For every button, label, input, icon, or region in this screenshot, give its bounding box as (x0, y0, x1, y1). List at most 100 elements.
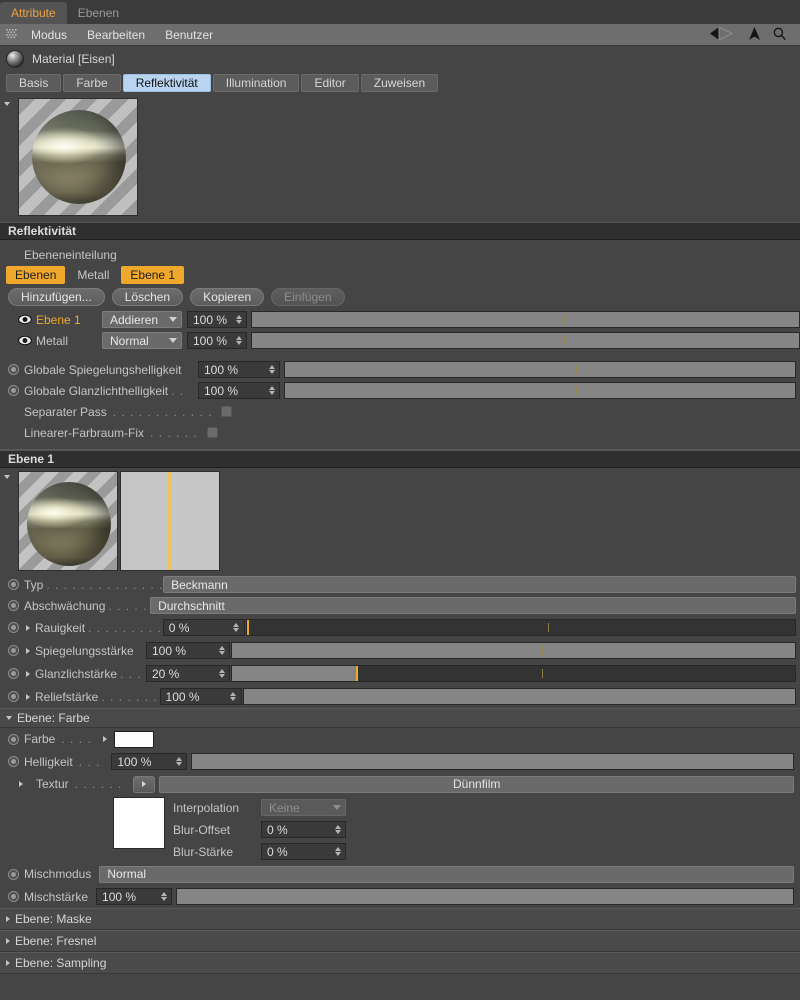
separate-pass-checkbox[interactable] (221, 406, 233, 417)
tab-editor[interactable]: Editor (301, 74, 359, 92)
section-header-ebene-sampling[interactable]: Ebene: Sampling (0, 952, 800, 974)
back-arrow-icon[interactable] (710, 25, 736, 43)
window-tab-ebenen[interactable]: Ebenen (66, 2, 131, 24)
spinner-icon[interactable] (333, 825, 342, 834)
spinner-icon[interactable] (217, 646, 226, 655)
spinner-icon[interactable] (333, 847, 342, 856)
layer-opacity-slider[interactable] (251, 332, 800, 349)
chip-ebene-1[interactable]: Ebene 1 (121, 265, 185, 284)
section-header-ebene-1[interactable]: Ebene 1 (0, 450, 800, 468)
window-tab-attribute[interactable]: Attribute (0, 2, 67, 24)
eye-icon[interactable] (18, 314, 32, 325)
spinner-icon[interactable] (232, 623, 241, 632)
radio-icon[interactable] (8, 668, 19, 679)
spinner-icon[interactable] (234, 315, 243, 324)
copy-layer-button[interactable]: Kopieren (190, 288, 265, 306)
interpolation-select[interactable]: Keine (261, 799, 346, 816)
typ-select[interactable]: Beckmann (163, 576, 796, 593)
blur-offset-input[interactable]: 0 % (261, 821, 346, 838)
spinner-icon[interactable] (267, 386, 276, 395)
spinner-icon[interactable] (174, 757, 183, 766)
tab-farbe[interactable]: Farbe (63, 74, 121, 92)
glanzlichstaerke-input[interactable]: 20 % (146, 665, 230, 682)
abschwaechung-select[interactable]: Durchschnitt (150, 597, 796, 614)
texture-thumbnail[interactable] (113, 797, 165, 849)
radio-icon[interactable] (8, 622, 19, 633)
section-header-ebene-fresnel[interactable]: Ebene: Fresnel (0, 930, 800, 952)
chip-metall[interactable]: Metall (68, 266, 118, 284)
glanzlichstaerke-slider[interactable] (231, 665, 796, 682)
add-layer-button[interactable]: Hinzufügen... (8, 288, 105, 306)
color-swatch[interactable] (113, 730, 154, 748)
radio-icon[interactable] (8, 579, 19, 590)
paste-layer-button[interactable]: Einfügen (271, 288, 345, 306)
slider-handle[interactable] (355, 666, 358, 681)
brightness-input[interactable]: 100 % (111, 753, 188, 770)
spinner-icon[interactable] (217, 669, 226, 678)
grip-dots-icon[interactable] (6, 29, 17, 40)
section-header-ebene-farbe[interactable]: Ebene: Farbe (0, 708, 800, 728)
texture-field[interactable]: Dünnfilm (159, 775, 794, 793)
delete-layer-button[interactable]: Löschen (111, 288, 184, 306)
layer-preview-collapse-toggle[interactable] (0, 471, 18, 479)
table-row[interactable]: Ebene 1 Addieren 100 % (0, 309, 800, 330)
reliefstaerke-input[interactable]: 100 % (159, 688, 242, 705)
menu-item-modus[interactable]: Modus (21, 24, 77, 46)
expand-arrow-icon[interactable] (26, 647, 30, 654)
radio-icon[interactable] (8, 891, 19, 902)
radio-icon[interactable] (8, 691, 19, 702)
menu-item-bearbeiten[interactable]: Bearbeiten (77, 24, 155, 46)
blur-strength-input[interactable]: 0 % (261, 843, 346, 860)
radio-icon[interactable] (8, 385, 19, 396)
section-header-reflektivitaet[interactable]: Reflektivität (0, 222, 800, 240)
spiegelungsstaerke-input[interactable]: 100 % (146, 642, 230, 659)
spinner-icon[interactable] (159, 892, 168, 901)
global-specular-brightness-slider[interactable] (284, 382, 796, 399)
global-reflection-brightness-input[interactable]: 100 % (198, 361, 280, 378)
layer-blend-mode-select[interactable]: Addieren (102, 311, 182, 328)
mix-mode-select[interactable]: Normal (99, 865, 794, 883)
radio-icon[interactable] (8, 733, 19, 745)
spinner-icon[interactable] (267, 365, 276, 374)
layer-opacity-input[interactable]: 100 % (187, 311, 247, 328)
radio-icon[interactable] (8, 868, 19, 880)
up-arrow-icon[interactable] (748, 26, 761, 43)
table-row[interactable]: Metall Normal 100 % (0, 330, 800, 351)
layer-opacity-input[interactable]: 100 % (187, 332, 247, 349)
material-preview-thumbnail[interactable] (18, 98, 138, 216)
brightness-slider[interactable] (191, 753, 794, 770)
layer-material-preview[interactable] (18, 471, 118, 571)
radio-icon[interactable] (8, 756, 19, 767)
texture-menu-button[interactable] (133, 775, 156, 793)
expand-arrow-icon[interactable] (26, 693, 30, 700)
rauigkeit-slider[interactable] (245, 619, 796, 636)
reflection-curve-preview[interactable] (120, 471, 220, 571)
reliefstaerke-slider[interactable] (242, 688, 797, 705)
tab-basis[interactable]: Basis (6, 74, 62, 92)
radio-icon[interactable] (8, 645, 19, 656)
menu-item-benutzer[interactable]: Benutzer (155, 24, 223, 46)
tab-reflektivitaet[interactable]: Reflektivität (122, 74, 211, 92)
global-specular-brightness-input[interactable]: 100 % (198, 382, 280, 399)
expand-arrow-icon[interactable] (19, 781, 23, 787)
section-header-ebene-maske[interactable]: Ebene: Maske (0, 908, 800, 930)
spinner-icon[interactable] (234, 336, 243, 345)
radio-icon[interactable] (8, 600, 19, 611)
rauigkeit-input[interactable]: 0 % (162, 619, 245, 636)
chip-ebenen[interactable]: Ebenen (6, 265, 66, 284)
eye-icon[interactable] (18, 335, 32, 346)
tab-illumination[interactable]: Illumination (212, 74, 300, 92)
expand-arrow-icon[interactable] (26, 624, 30, 631)
slider-handle[interactable] (246, 620, 249, 635)
global-reflection-brightness-slider[interactable] (284, 361, 796, 378)
search-icon[interactable] (773, 27, 786, 43)
spiegelungsstaerke-slider[interactable] (231, 642, 796, 659)
spinner-icon[interactable] (229, 692, 238, 701)
linear-colorspace-fix-checkbox[interactable] (206, 427, 218, 438)
radio-icon[interactable] (8, 364, 19, 375)
preview-collapse-toggle[interactable] (0, 98, 18, 106)
mix-strength-slider[interactable] (176, 888, 794, 905)
layer-blend-mode-select[interactable]: Normal (102, 332, 182, 349)
expand-arrow-icon[interactable] (26, 670, 30, 677)
expand-arrow-icon[interactable] (102, 736, 107, 742)
